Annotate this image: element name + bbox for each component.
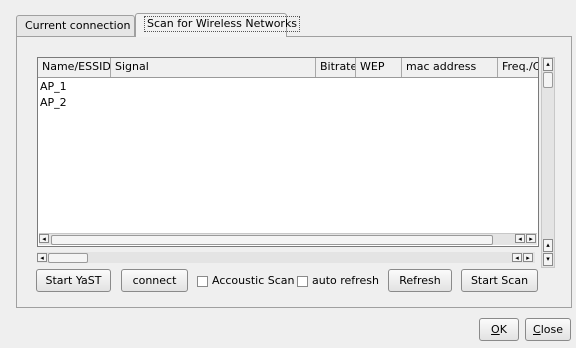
tab-label: Scan for Wireless Networks [144,16,301,32]
table-row[interactable]: AP_2 [40,95,67,111]
scroll-left-button[interactable]: ◂ [37,253,47,262]
outer-horizontal-scrollbar[interactable]: ◂ ◂ ▸ [37,252,535,263]
accoustic-scan-label[interactable]: Accoustic Scan [212,273,295,289]
column-header-signal[interactable]: Signal [111,58,316,77]
scroll-up-button[interactable]: ▴ [543,58,553,71]
column-header-bitrate[interactable]: Bitrate [316,58,356,77]
arrow-down-icon: ▾ [546,255,550,263]
arrow-right-icon: ▸ [526,254,530,262]
scroll-right-button[interactable]: ▸ [523,253,533,262]
vertical-scrollbar[interactable]: ▴ ▴ ▾ [541,57,555,268]
auto-refresh-checkbox[interactable] [297,276,308,287]
close-mnemonic: C [533,323,541,336]
ok-mnemonic: O [491,323,500,336]
ok-label: K [499,323,507,336]
table-header: Name/ESSID Signal Bitrate WEP mac addres… [38,58,538,78]
column-header-mac-address[interactable]: mac address [402,58,498,77]
close-button[interactable]: Close [525,318,571,341]
accoustic-scan-checkbox[interactable] [197,276,208,287]
arrow-left-icon: ◂ [40,254,44,262]
auto-refresh-label[interactable]: auto refresh [312,273,379,289]
tab-label: Current connection [25,19,131,32]
cell-essid: AP_2 [40,96,67,109]
tab-current-connection[interactable]: Current connection [16,15,135,37]
ok-button[interactable]: OK [479,318,519,341]
connect-button[interactable]: connect [121,269,188,292]
scrollbar-thumb[interactable] [51,235,493,245]
close-label: lose [540,323,563,336]
arrow-left-icon: ◂ [42,235,46,243]
arrow-left-icon: ◂ [515,254,519,262]
arrow-right-icon: ▸ [529,235,533,243]
scroll-up-button[interactable]: ▴ [543,239,553,252]
column-header-freq[interactable]: Freq./C [498,58,538,77]
scroll-down-button[interactable]: ▾ [543,253,553,266]
arrow-up-icon: ▴ [546,241,550,249]
tab-scan-wireless[interactable]: Scan for Wireless Networks [135,13,301,37]
arrow-up-icon: ▴ [546,60,550,68]
network-table[interactable]: Name/ESSID Signal Bitrate WEP mac addres… [37,57,539,247]
cell-essid: AP_1 [40,80,67,93]
scroll-left-button[interactable]: ◂ [39,234,49,243]
start-scan-button[interactable]: Start Scan [461,269,538,292]
scroll-right-button[interactable]: ▸ [526,234,536,243]
scroll-left-button[interactable]: ◂ [515,234,525,243]
table-row[interactable]: AP_1 [40,79,67,95]
start-yast-button[interactable]: Start YaST [36,269,111,292]
horizontal-scrollbar[interactable]: ◂ ◂ ▸ [39,233,537,245]
scroll-left-button[interactable]: ◂ [512,253,522,262]
column-header-name-essid[interactable]: Name/ESSID [38,58,111,77]
column-header-wep[interactable]: WEP [356,58,402,77]
arrow-left-icon: ◂ [518,235,522,243]
refresh-button[interactable]: Refresh [388,269,452,292]
scrollbar-thumb[interactable] [48,253,88,263]
scrollbar-thumb[interactable] [543,72,553,88]
